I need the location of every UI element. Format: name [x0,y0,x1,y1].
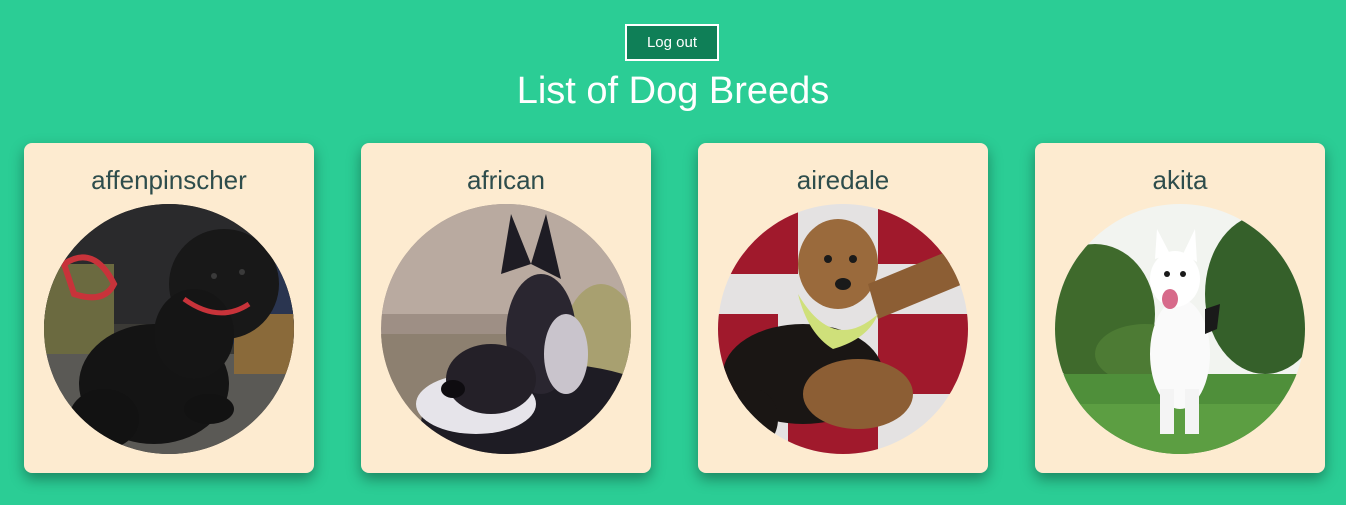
breed-photo [1055,204,1305,454]
logout-button[interactable]: Log out [625,24,719,61]
akita-photo [1055,204,1305,454]
breed-photo [44,204,294,454]
airedale-photo [718,204,968,454]
breed-photo [381,204,631,454]
breed-name: affenpinscher [91,165,247,195]
page-title: List of Dog Breeds [516,70,830,112]
breed-card-akita[interactable]: akita [1035,143,1325,473]
affenpinscher-photo [44,204,294,454]
breed-card-affenpinscher[interactable]: affenpinscher [24,143,314,473]
breed-card-airedale[interactable]: airedale [698,143,988,473]
breed-photo [718,204,968,454]
breed-name: african [466,165,546,195]
african-photo [381,204,631,454]
breed-name: akita [1152,165,1208,195]
breed-card-african[interactable]: african [361,143,651,473]
breed-name: airedale [796,165,890,195]
